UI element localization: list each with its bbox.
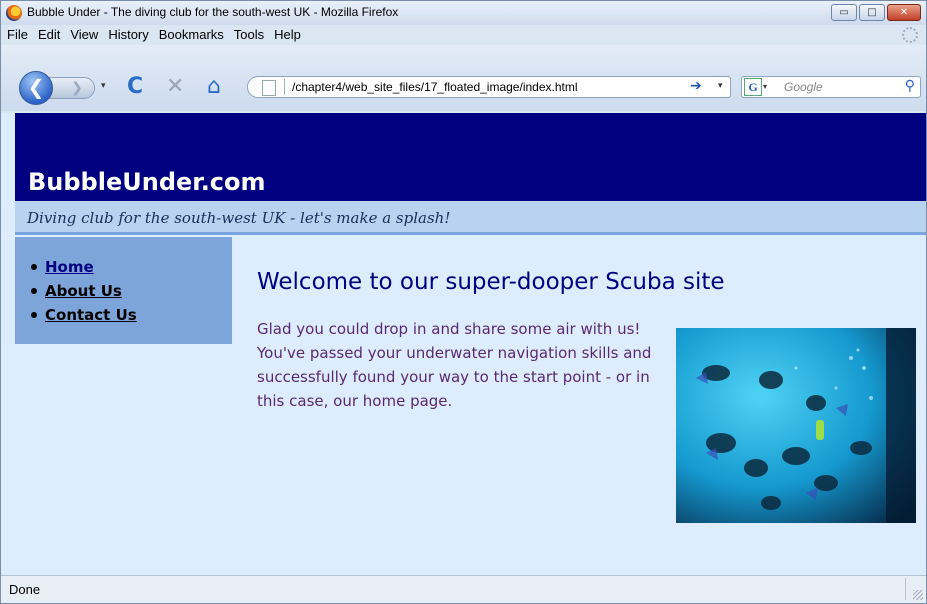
navigation-toolbar: ❯ ❮ ▾ C ✕ ⌂ /chapter4/web_site_files/17_… (1, 45, 926, 111)
menu-bar: File Edit View History Bookmarks Tools Help (1, 25, 926, 45)
close-button[interactable]: ✕ (887, 4, 921, 21)
url-divider (284, 79, 285, 95)
nav-link-contact[interactable]: Contact Us (45, 306, 137, 324)
back-forward-group: ❯ ❮ ▾ (19, 71, 109, 105)
search-bar[interactable]: G ▾ Google ⚲ (741, 76, 921, 98)
window-controls: ▭ □ ✕ (831, 4, 921, 21)
url-text[interactable]: /chapter4/web_site_files/17_floated_imag… (292, 80, 578, 94)
back-button[interactable]: ❮ (19, 71, 53, 105)
window-title: Bubble Under - The diving club for the s… (27, 5, 399, 19)
history-dropdown-icon[interactable]: ▾ (101, 81, 106, 91)
resize-grip-icon[interactable] (913, 590, 923, 600)
stop-icon[interactable]: ✕ (166, 75, 184, 99)
nav-list: Home About Us Contact Us (31, 257, 137, 329)
menu-edit[interactable]: Edit (32, 25, 64, 42)
page-content: BubbleUnder.com Diving club for the sout… (15, 113, 926, 575)
browser-window: Bubble Under - The diving club for the s… (0, 0, 927, 604)
divers-image (676, 328, 916, 523)
search-input[interactable]: Google (784, 80, 823, 94)
site-navigation: Home About Us Contact Us (15, 237, 232, 344)
activity-throbber-icon (902, 27, 918, 43)
site-header: BubbleUnder.com (15, 113, 926, 201)
tagline: Diving club for the south-west UK - let'… (27, 209, 451, 227)
menu-bookmarks[interactable]: Bookmarks (153, 25, 228, 42)
nav-link-home[interactable]: Home (45, 258, 94, 276)
engine-dropdown-icon[interactable]: ▾ (763, 82, 767, 91)
nav-item-contact: Contact Us (31, 305, 137, 329)
home-icon[interactable]: ⌂ (207, 75, 221, 99)
page-left-edge (1, 113, 15, 575)
divers-illustration (676, 328, 916, 523)
page-heading: Welcome to our super-dooper Scuba site (257, 269, 725, 295)
reload-icon[interactable]: C (127, 75, 143, 99)
minimize-button[interactable]: ▭ (831, 4, 857, 21)
maximize-button[interactable]: □ (859, 4, 885, 21)
menu-view[interactable]: View (64, 25, 102, 42)
firefox-icon (6, 5, 22, 21)
status-bar: Done (1, 575, 926, 603)
nav-link-about[interactable]: About Us (45, 282, 122, 300)
url-bar[interactable]: /chapter4/web_site_files/17_floated_imag… (247, 76, 731, 98)
body-paragraph: Glad you could drop in and share some ai… (257, 320, 652, 410)
menu-tools[interactable]: Tools (228, 25, 268, 42)
tagline-bar: Diving club for the south-west UK - let'… (15, 201, 926, 235)
status-divider (905, 578, 906, 600)
site-name: BubbleUnder.com (28, 168, 266, 196)
menu-history[interactable]: History (102, 25, 152, 42)
nav-item-about: About Us (31, 281, 137, 305)
page-icon (262, 80, 276, 96)
nav-item-home: Home (31, 257, 137, 281)
menu-file[interactable]: File (1, 25, 32, 42)
url-dropdown-icon[interactable]: ▾ (718, 81, 723, 91)
menu-help[interactable]: Help (268, 25, 305, 42)
search-icon[interactable]: ⚲ (905, 78, 915, 94)
forward-button[interactable]: ❯ (49, 77, 95, 99)
status-text: Done (9, 582, 41, 597)
go-arrow-icon[interactable]: ➔ (690, 78, 702, 94)
title-bar: Bubble Under - The diving club for the s… (1, 1, 926, 25)
google-engine-icon[interactable]: G (744, 78, 762, 96)
